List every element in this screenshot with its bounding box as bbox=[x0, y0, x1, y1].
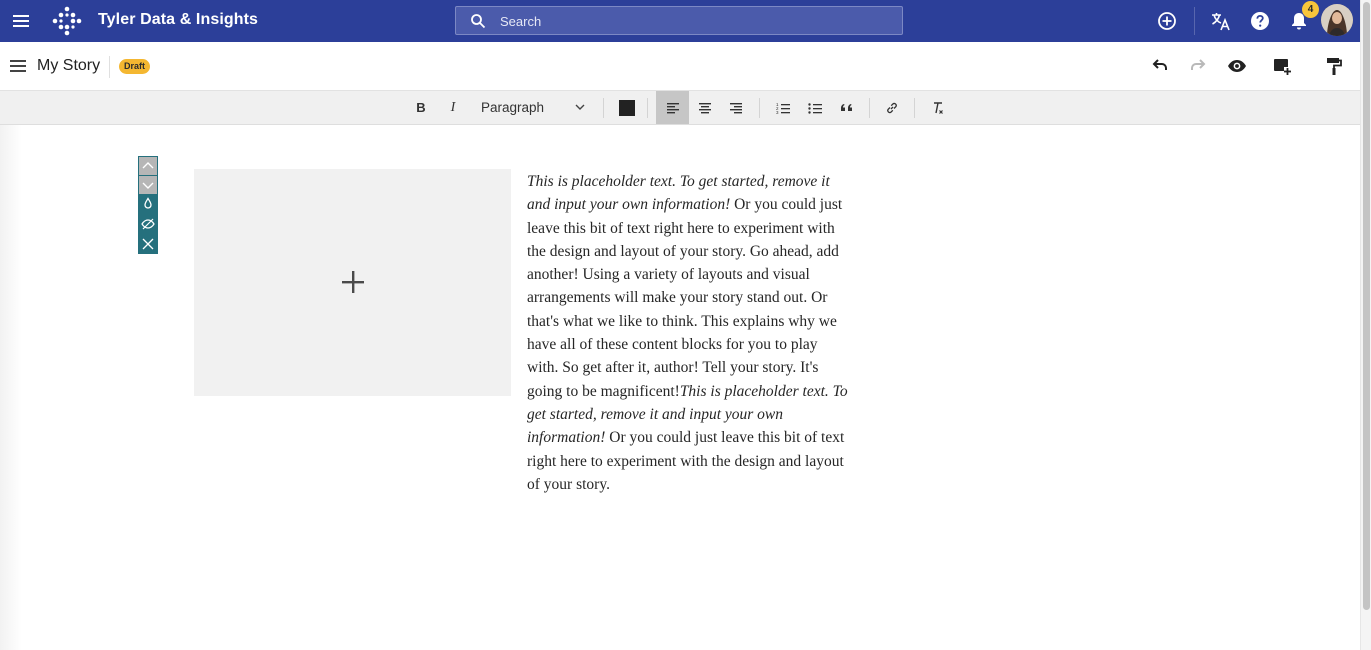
logo-icon[interactable] bbox=[51, 5, 83, 37]
italic-icon: I bbox=[450, 99, 456, 115]
bulleted-list-icon bbox=[807, 102, 822, 114]
scrollbar-thumb[interactable] bbox=[1363, 2, 1370, 610]
bulleted-list-button[interactable] bbox=[801, 91, 828, 124]
italic-button[interactable]: I bbox=[440, 91, 466, 124]
svg-text:3: 3 bbox=[776, 110, 779, 114]
ordered-list-icon: 1 2 3 bbox=[776, 102, 790, 114]
header-divider bbox=[109, 56, 110, 78]
clear-formatting-button[interactable] bbox=[924, 91, 951, 124]
hamburger-icon[interactable] bbox=[10, 59, 26, 73]
notification-badge: 4 bbox=[1302, 1, 1319, 18]
link-icon bbox=[886, 102, 897, 113]
redo-icon[interactable] bbox=[1188, 56, 1208, 76]
ordered-list-button[interactable]: 1 2 3 bbox=[769, 91, 796, 124]
bold-button[interactable]: B bbox=[408, 91, 434, 124]
toolbar-divider bbox=[914, 98, 915, 118]
search-input[interactable]: Search bbox=[500, 14, 541, 29]
status-badge: Draft bbox=[119, 59, 151, 74]
link-button[interactable] bbox=[878, 91, 905, 124]
menu-icon[interactable] bbox=[11, 11, 31, 31]
paragraph-style-select[interactable]: Paragraph bbox=[474, 91, 594, 124]
clear-formatting-icon bbox=[933, 101, 943, 114]
story-text-block[interactable]: This is placeholder text. To get started… bbox=[527, 170, 852, 496]
move-block-down-button[interactable] bbox=[139, 176, 157, 194]
placeholder-body-text: Or you could just leave this bit of text… bbox=[527, 196, 843, 400]
translate-icon[interactable] bbox=[1210, 10, 1232, 32]
block-controls bbox=[138, 156, 158, 254]
text-color-button[interactable] bbox=[619, 100, 635, 116]
move-block-up-button[interactable] bbox=[139, 157, 157, 175]
story-header: My Story Draft bbox=[0, 42, 1360, 91]
avatar[interactable] bbox=[1321, 4, 1353, 36]
appbar-divider bbox=[1194, 7, 1195, 35]
bold-icon: B bbox=[416, 100, 426, 115]
image-placeholder[interactable] bbox=[194, 169, 511, 396]
align-right-button[interactable] bbox=[722, 91, 749, 124]
toolbar-divider bbox=[869, 98, 870, 118]
page-scrollbar[interactable] bbox=[1360, 0, 1371, 650]
story-title[interactable]: My Story bbox=[37, 57, 100, 75]
plus-icon[interactable] bbox=[340, 269, 366, 295]
align-left-icon bbox=[666, 102, 679, 113]
chevron-down-icon bbox=[575, 104, 585, 110]
add-block-icon[interactable] bbox=[1272, 56, 1292, 76]
toolbar-divider bbox=[647, 98, 648, 118]
align-right-icon bbox=[729, 102, 742, 113]
paragraph-style-value: Paragraph bbox=[481, 100, 545, 115]
canvas-edge-shadow bbox=[0, 125, 22, 650]
toolbar-divider bbox=[603, 98, 604, 118]
format-paint-icon[interactable] bbox=[1324, 56, 1344, 76]
add-circle-icon[interactable] bbox=[1156, 10, 1178, 32]
search-box[interactable]: Search bbox=[455, 6, 903, 35]
hide-icon[interactable] bbox=[140, 216, 156, 232]
move-down-icon bbox=[142, 182, 154, 189]
undo-icon[interactable] bbox=[1150, 56, 1170, 76]
move-up-icon bbox=[142, 162, 154, 169]
blockquote-button[interactable] bbox=[833, 91, 860, 124]
formatting-toolbar: B I Paragraph 1 2 3 bbox=[0, 91, 1360, 125]
preview-eye-icon[interactable] bbox=[1227, 56, 1247, 76]
app-bar: Tyler Data & Insights Search 4 bbox=[0, 0, 1360, 42]
blockquote-icon bbox=[840, 103, 852, 111]
align-center-icon bbox=[698, 102, 711, 113]
toolbar-divider bbox=[759, 98, 760, 118]
align-left-button[interactable] bbox=[656, 91, 689, 124]
help-icon[interactable] bbox=[1249, 10, 1271, 32]
delete-icon[interactable] bbox=[140, 236, 156, 252]
color-drop-icon[interactable] bbox=[140, 196, 156, 212]
search-icon bbox=[471, 14, 486, 29]
app-brand[interactable]: Tyler Data & Insights bbox=[98, 11, 258, 29]
align-center-button[interactable] bbox=[691, 91, 718, 124]
